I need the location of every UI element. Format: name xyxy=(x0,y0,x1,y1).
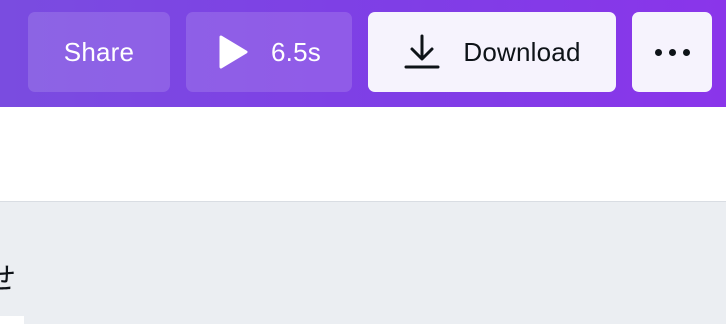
play-icon xyxy=(219,35,248,69)
canvas-area[interactable] xyxy=(0,203,726,324)
secondary-toolbar xyxy=(0,107,726,202)
canvas-page-edge[interactable] xyxy=(0,316,24,324)
download-button[interactable]: Download xyxy=(368,12,616,92)
top-toolbar: Share 6.5s Download xyxy=(0,0,726,107)
share-button-label: Share xyxy=(63,36,135,67)
download-button-label: Download xyxy=(463,36,581,67)
more-dot xyxy=(654,48,662,56)
play-preview-button[interactable]: 6.5s xyxy=(186,12,352,92)
canvas-edge-text: せ xyxy=(0,262,16,297)
more-dot xyxy=(682,48,690,56)
more-horizontal-icon xyxy=(654,48,690,56)
download-icon xyxy=(404,34,440,69)
more-options-button[interactable] xyxy=(632,12,712,92)
play-duration-label: 6.5s xyxy=(271,36,321,67)
more-dot xyxy=(668,48,676,56)
share-button[interactable]: Share xyxy=(28,12,170,92)
